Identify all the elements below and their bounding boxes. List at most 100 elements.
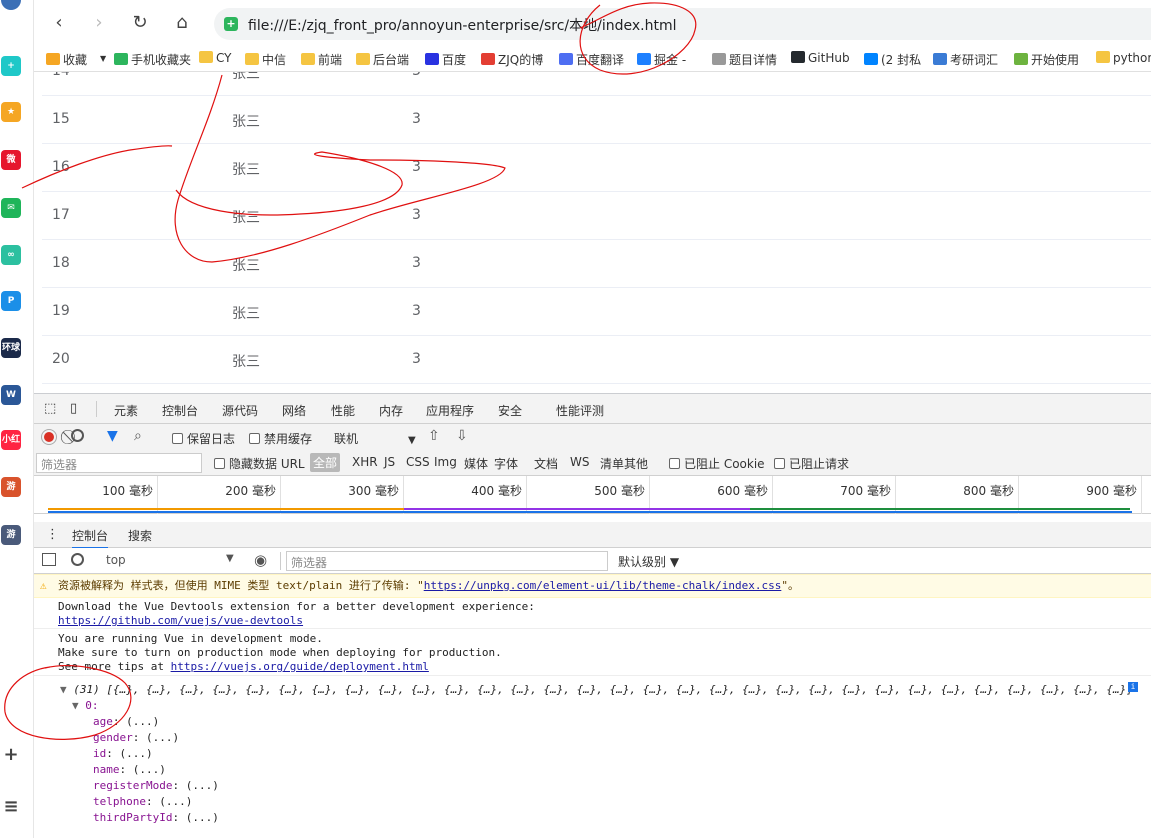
blocked-requests-checkbox[interactable]: 已阻止请求: [774, 455, 849, 472]
bookmark-13[interactable]: 考研词汇: [933, 51, 998, 68]
context-select[interactable]: top ▼: [96, 552, 238, 570]
filter-type-1[interactable]: JS: [384, 455, 395, 469]
site-info-icon[interactable]: +: [224, 17, 238, 31]
preserve-log-checkbox[interactable]: 保留日志: [172, 430, 235, 447]
devtools-link[interactable]: https://github.com/vuejs/vue-devtools: [58, 614, 1151, 628]
object-property[interactable]: thirdPartyId: (...): [93, 811, 219, 824]
back-icon[interactable]: ‹: [48, 12, 70, 34]
live-expression-eye-icon[interactable]: ◉: [254, 551, 267, 569]
link-icon[interactable]: ∞: [1, 245, 21, 265]
chevron-down-icon[interactable]: ▼: [100, 54, 106, 63]
drawer-menu-icon[interactable]: ⋮: [46, 527, 59, 542]
bookmark-3[interactable]: 中信: [245, 51, 286, 68]
menu-icon[interactable]: ≡: [1, 797, 21, 817]
game-icon[interactable]: 游: [1, 477, 21, 497]
plus-app-icon[interactable]: +: [1, 56, 21, 76]
drawer-tab-console[interactable]: 控制台: [72, 527, 109, 549]
p-app-icon[interactable]: P: [1, 291, 21, 311]
clear-console-icon[interactable]: [71, 553, 84, 566]
bookmark-9[interactable]: 掘金 -: [637, 51, 686, 68]
reload-icon[interactable]: ↻: [129, 12, 151, 34]
log-level-select[interactable]: 默认级别 ▼: [618, 553, 679, 570]
filter-icon[interactable]: ▼: [107, 428, 118, 444]
search-icon[interactable]: ⌕: [134, 428, 142, 444]
bookmark-12[interactable]: (2 封私: [864, 51, 921, 68]
sidebar-toggle-icon[interactable]: [42, 553, 56, 566]
xiaohongshu-icon[interactable]: 小红书: [1, 430, 21, 465]
leaf-icon: [1014, 53, 1028, 65]
device-toolbar-icon[interactable]: ▯: [70, 401, 77, 416]
console-filter-input[interactable]: 筛选器: [286, 551, 608, 571]
disable-cache-checkbox[interactable]: 禁用缓存: [249, 430, 312, 447]
devtools-tab-0[interactable]: 元素: [114, 402, 138, 419]
mail-icon[interactable]: ✉: [1, 198, 21, 218]
network-filter-input[interactable]: 筛选器: [36, 453, 202, 473]
devtools-panel: ⬚ ▯ 元素控制台源代码网络性能内存应用程序安全性能评测 ⃠ ▼ ⌕ 保留日志 …: [34, 393, 1151, 838]
favorite-star-icon[interactable]: ★: [1, 102, 21, 122]
drawer-tab-search[interactable]: 搜索: [128, 527, 152, 544]
weibo-icon[interactable]: 微: [1, 150, 21, 170]
add-icon[interactable]: +: [1, 745, 21, 765]
filter-type-7[interactable]: WS: [570, 455, 589, 469]
record-button[interactable]: [42, 430, 56, 444]
filter-type-6[interactable]: 文档: [534, 455, 558, 472]
filter-type-2[interactable]: CSS: [406, 455, 430, 469]
bookmark-4[interactable]: 前端: [301, 51, 342, 68]
bookmark-15[interactable]: python: [1096, 51, 1151, 65]
array-item-expander[interactable]: ▼ 0:: [72, 699, 99, 712]
bookmark-5[interactable]: 后台端: [356, 51, 409, 68]
devtools-tab-4[interactable]: 性能: [331, 402, 355, 419]
filter-type-3[interactable]: Img: [434, 455, 457, 469]
warning-link[interactable]: https://unpkg.com/element-ui/lib/theme-c…: [424, 579, 782, 592]
object-property[interactable]: id: (...): [93, 747, 153, 760]
deployment-guide-link[interactable]: https://vuejs.org/guide/deployment.html: [171, 660, 429, 673]
blocked-cookies-checkbox[interactable]: 已阻止 Cookie: [669, 455, 765, 472]
word-doc-icon[interactable]: W: [1, 385, 21, 405]
huanqiu-icon[interactable]: 环球: [1, 338, 21, 358]
filter-all-button[interactable]: 全部: [310, 453, 341, 472]
bookmark-1[interactable]: 手机收藏夹: [114, 51, 191, 68]
filter-type-9[interactable]: 其他: [624, 455, 648, 472]
bookmark-7[interactable]: ZJQ的博: [481, 51, 543, 68]
bookmark-label: ZJQ的博: [498, 53, 544, 67]
filter-type-5[interactable]: 字体: [494, 455, 518, 472]
object-property[interactable]: age: (...): [93, 715, 159, 728]
devtools-tab-8[interactable]: 性能评测: [556, 402, 604, 419]
export-har-icon[interactable]: ⇩: [456, 428, 468, 444]
throttle-select[interactable]: 联机 ▼: [334, 430, 416, 447]
devtools-tab-5[interactable]: 内存: [379, 402, 403, 419]
bookmark-6[interactable]: 百度: [425, 51, 466, 68]
devtools-tab-7[interactable]: 安全: [498, 402, 522, 419]
devtools-tab-2[interactable]: 源代码: [222, 402, 258, 419]
bookmark-14[interactable]: 开始使用: [1014, 51, 1079, 68]
bookmark-2[interactable]: CY: [199, 51, 232, 65]
bookmark-11[interactable]: GitHub: [791, 51, 850, 65]
address-bar[interactable]: + file:///E:/zjq_front_pro/annoyun-enter…: [214, 8, 1151, 40]
bookmark-10[interactable]: 题目详情: [712, 51, 777, 68]
hide-data-url-checkbox[interactable]: 隐藏数据 URL: [214, 455, 305, 472]
devtools-tab-3[interactable]: 网络: [282, 402, 307, 426]
bookmark-8[interactable]: 百度翻译: [559, 51, 624, 68]
filter-type-4[interactable]: 媒体: [464, 455, 488, 472]
forward-icon[interactable]: ›: [88, 12, 110, 34]
object-property[interactable]: registerMode: (...): [93, 779, 219, 792]
console-array-expander[interactable]: ▼ (31) [{…}, {…}, {…}, {…}, {…}, {…}, {……: [60, 683, 1133, 696]
devtools-tab-1[interactable]: 控制台: [162, 402, 198, 419]
inspect-icon[interactable]: ⬚: [44, 401, 56, 416]
import-har-icon[interactable]: ⇧: [428, 428, 440, 444]
property-key: age: [93, 715, 113, 728]
clear-button[interactable]: [71, 429, 84, 442]
info-icon[interactable]: i: [1128, 682, 1138, 692]
url-text[interactable]: file:///E:/zjq_front_pro/annoyun-enterpr…: [248, 15, 677, 35]
object-property[interactable]: name: (...): [93, 763, 166, 776]
table-row: 17 张三 3: [42, 192, 1151, 240]
avatar-icon[interactable]: [1, 0, 21, 10]
object-property[interactable]: gender: (...): [93, 731, 179, 744]
bookmark-0[interactable]: 收藏: [46, 51, 87, 68]
object-property[interactable]: telphone: (...): [93, 795, 192, 808]
filter-type-0[interactable]: XHR: [352, 455, 378, 469]
devtools-tab-6[interactable]: 应用程序: [426, 402, 474, 419]
filter-type-8[interactable]: 清单: [600, 455, 624, 472]
home-icon[interactable]: ⌂: [171, 12, 193, 34]
game2-icon[interactable]: 游: [1, 525, 21, 545]
